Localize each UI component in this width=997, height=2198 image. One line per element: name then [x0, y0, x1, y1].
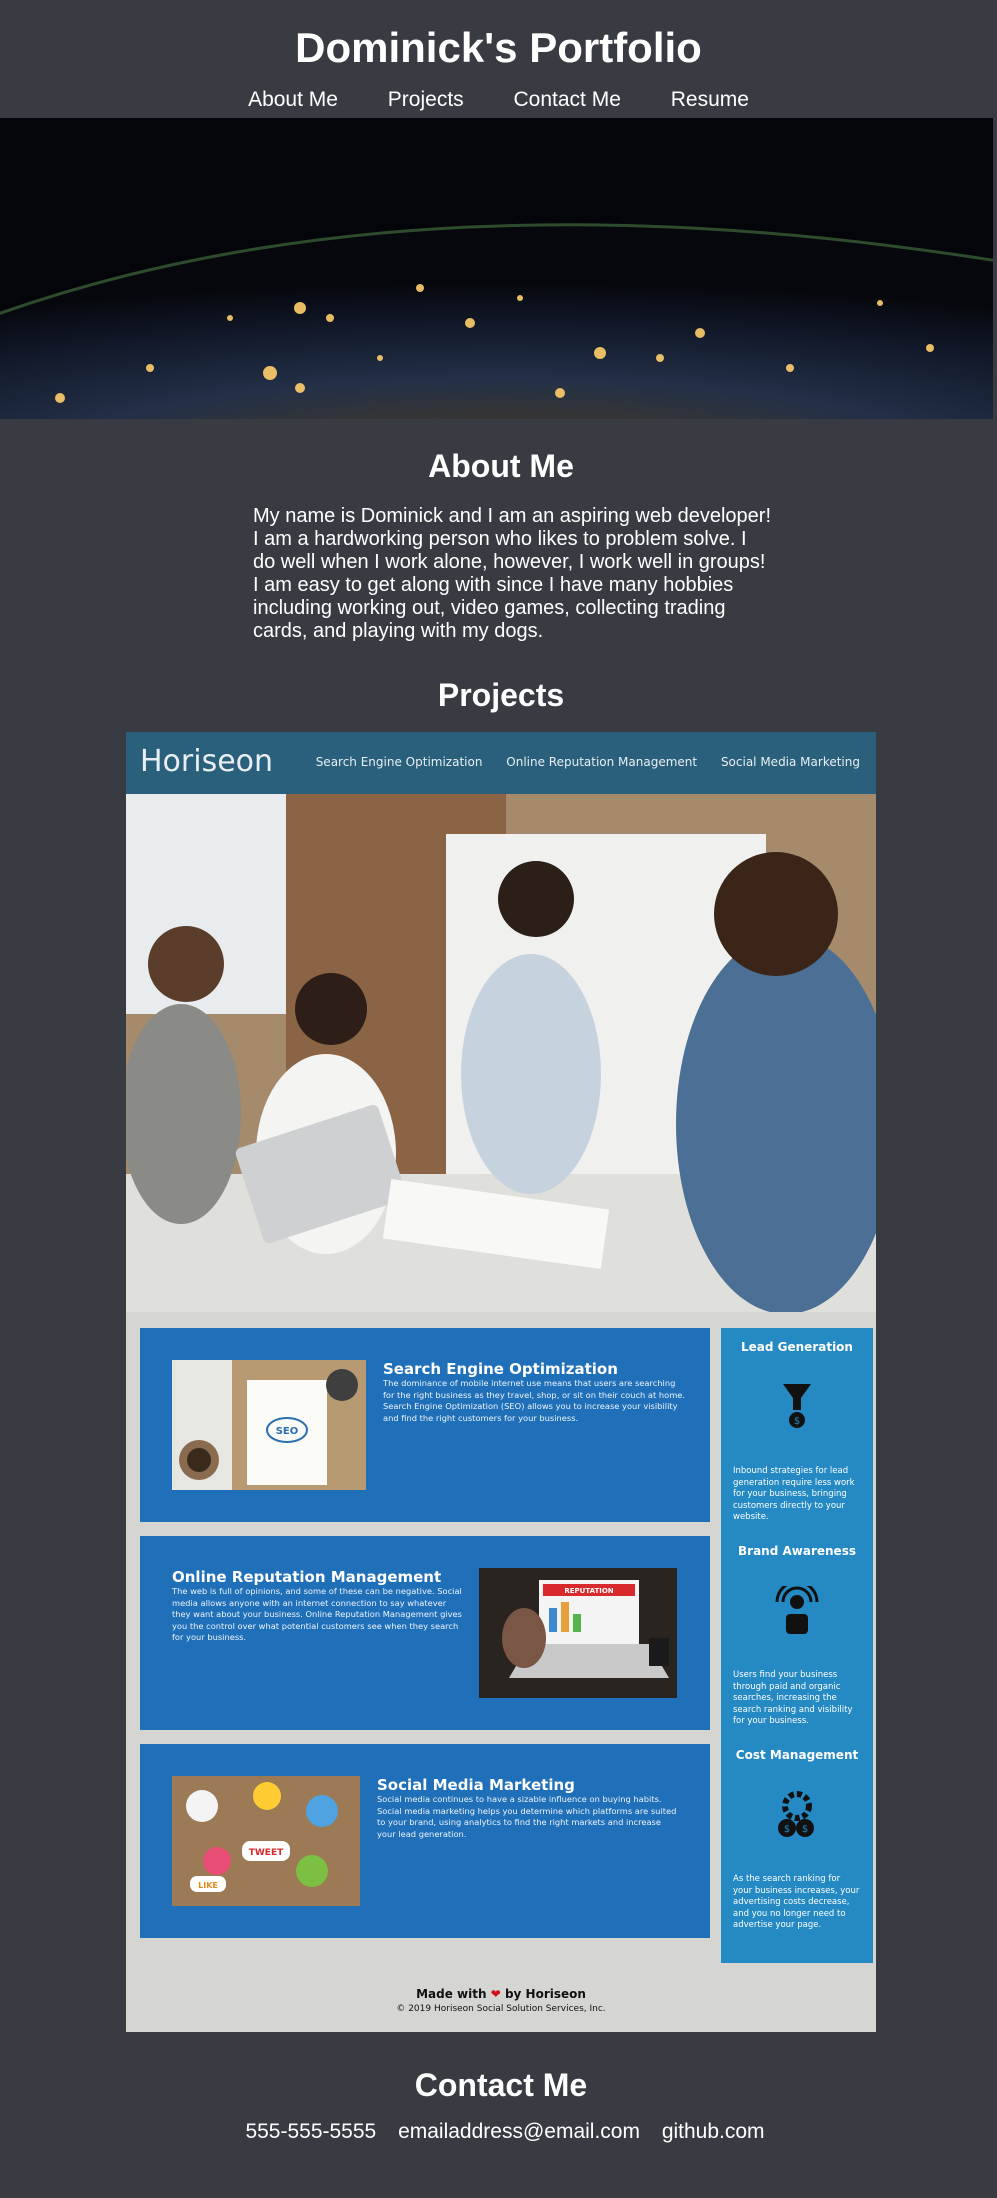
contact-phone-link[interactable]: 555-555-5555 [245, 2120, 376, 2143]
card-orm-title: Online Reputation Management [172, 1568, 442, 1586]
contact-email-link[interactable]: emailaddress@email.com [398, 2120, 640, 2143]
card-smm: TWEET LIKE Social Media Marketing Social… [140, 1744, 710, 1938]
horiseon-copyright: © 2019 Horiseon Social Solution Services… [396, 2004, 606, 2014]
made-with-prefix: Made with [416, 1987, 487, 2001]
svg-text:$: $ [802, 1824, 808, 1835]
tweet-image-label: TWEET [249, 1848, 284, 1858]
nav-link-resume[interactable]: Resume [671, 88, 749, 111]
card-orm-text: The web is full of opinions, and some of… [172, 1586, 462, 1642]
projects-heading: Projects [437, 677, 565, 713]
reputation-laptop-illustration: REPUTATION [479, 1568, 677, 1698]
brand-awareness-icon [775, 1586, 819, 1634]
made-with-line: Made with ❤ by Horiseon [126, 1987, 876, 2001]
benefit-lead-generation-text: Inbound strategies for lead generation r… [733, 1466, 855, 1522]
hero-earth-image [0, 118, 993, 419]
horiseon-header: Horiseon Search Engine Optimization Onli… [126, 732, 876, 794]
seo-image: SEO [172, 1360, 366, 1490]
cost-management-icon: $ $ [778, 1791, 814, 1837]
svg-text:$: $ [794, 1416, 800, 1427]
card-smm-text: Social media continues to have a sizable… [377, 1794, 677, 1839]
card-seo-text: The dominance of mobile internet use mea… [383, 1378, 686, 1423]
svg-text:$: $ [784, 1824, 790, 1835]
like-image-label: LIKE [198, 1881, 218, 1890]
nav-link-projects[interactable]: Projects [388, 88, 464, 111]
card-seo: SEO Search Engine Optimization The domin… [140, 1328, 710, 1522]
lead-generation-icon: $ [783, 1384, 811, 1428]
contact-github-link[interactable]: github.com [662, 2120, 765, 2143]
horiseon-benefits-sidebar: Lead Generation $ Inbound strategies for… [721, 1328, 873, 1963]
horiseon-nav-smm: Social Media Marketing [720, 755, 860, 769]
social-media-image: TWEET LIKE [172, 1776, 360, 1906]
made-with-suffix: by Horiseon [504, 1987, 586, 2001]
earth-night-illustration [0, 118, 993, 419]
about-text: My name is Dominick and I am an aspiring… [253, 505, 772, 642]
meeting-photo-illustration [126, 794, 876, 1312]
main-nav: About Me Projects Contact Me Resume [0, 88, 997, 112]
benefit-cost-management-title: Cost Management [735, 1748, 859, 1762]
horiseon-nav: Search Engine Optimization Online Reputa… [296, 755, 860, 769]
seo-notebook-illustration: SEO [172, 1360, 366, 1490]
about-heading: About Me [428, 448, 574, 484]
contact-heading: Contact Me [414, 2067, 588, 2103]
card-orm: Online Reputation Management The web is … [140, 1536, 710, 1730]
benefit-brand-awareness-title: Brand Awareness [738, 1544, 856, 1558]
horiseon-footer: Made with ❤ by Horiseon © 2019 Horiseon … [126, 1987, 876, 2014]
contact-links: 555-555-5555 emailaddress@email.com gith… [0, 2120, 997, 2144]
benefit-brand-awareness-text: Users find your business through paid an… [733, 1670, 853, 1726]
reputation-image-label: REPUTATION [564, 1587, 613, 1595]
reputation-image: REPUTATION [479, 1568, 677, 1698]
site-title: Dominick's Portfolio [295, 24, 702, 71]
benefit-lead-generation-title: Lead Generation [741, 1340, 853, 1354]
benefit-cost-management-text: As the search ranking for your business … [733, 1874, 860, 1930]
horiseon-nav-orm: Online Reputation Management [506, 755, 698, 769]
horiseon-nav-seo: Search Engine Optimization [315, 755, 483, 769]
card-smm-title: Social Media Marketing [377, 1776, 575, 1794]
project-horiseon-screenshot[interactable]: Horiseon Search Engine Optimization Onli… [126, 732, 876, 2032]
nav-link-contact-me[interactable]: Contact Me [514, 88, 621, 111]
nav-link-about-me[interactable]: About Me [248, 88, 338, 111]
social-media-table-illustration: TWEET LIKE [172, 1776, 360, 1906]
horiseon-hero-meeting-image [126, 794, 876, 1312]
heart-icon: ❤ [490, 1987, 501, 2001]
card-seo-title: Search Engine Optimization [383, 1360, 618, 1378]
seo-image-label: SEO [276, 1426, 299, 1437]
horiseon-logo: Horiseon [140, 744, 274, 779]
